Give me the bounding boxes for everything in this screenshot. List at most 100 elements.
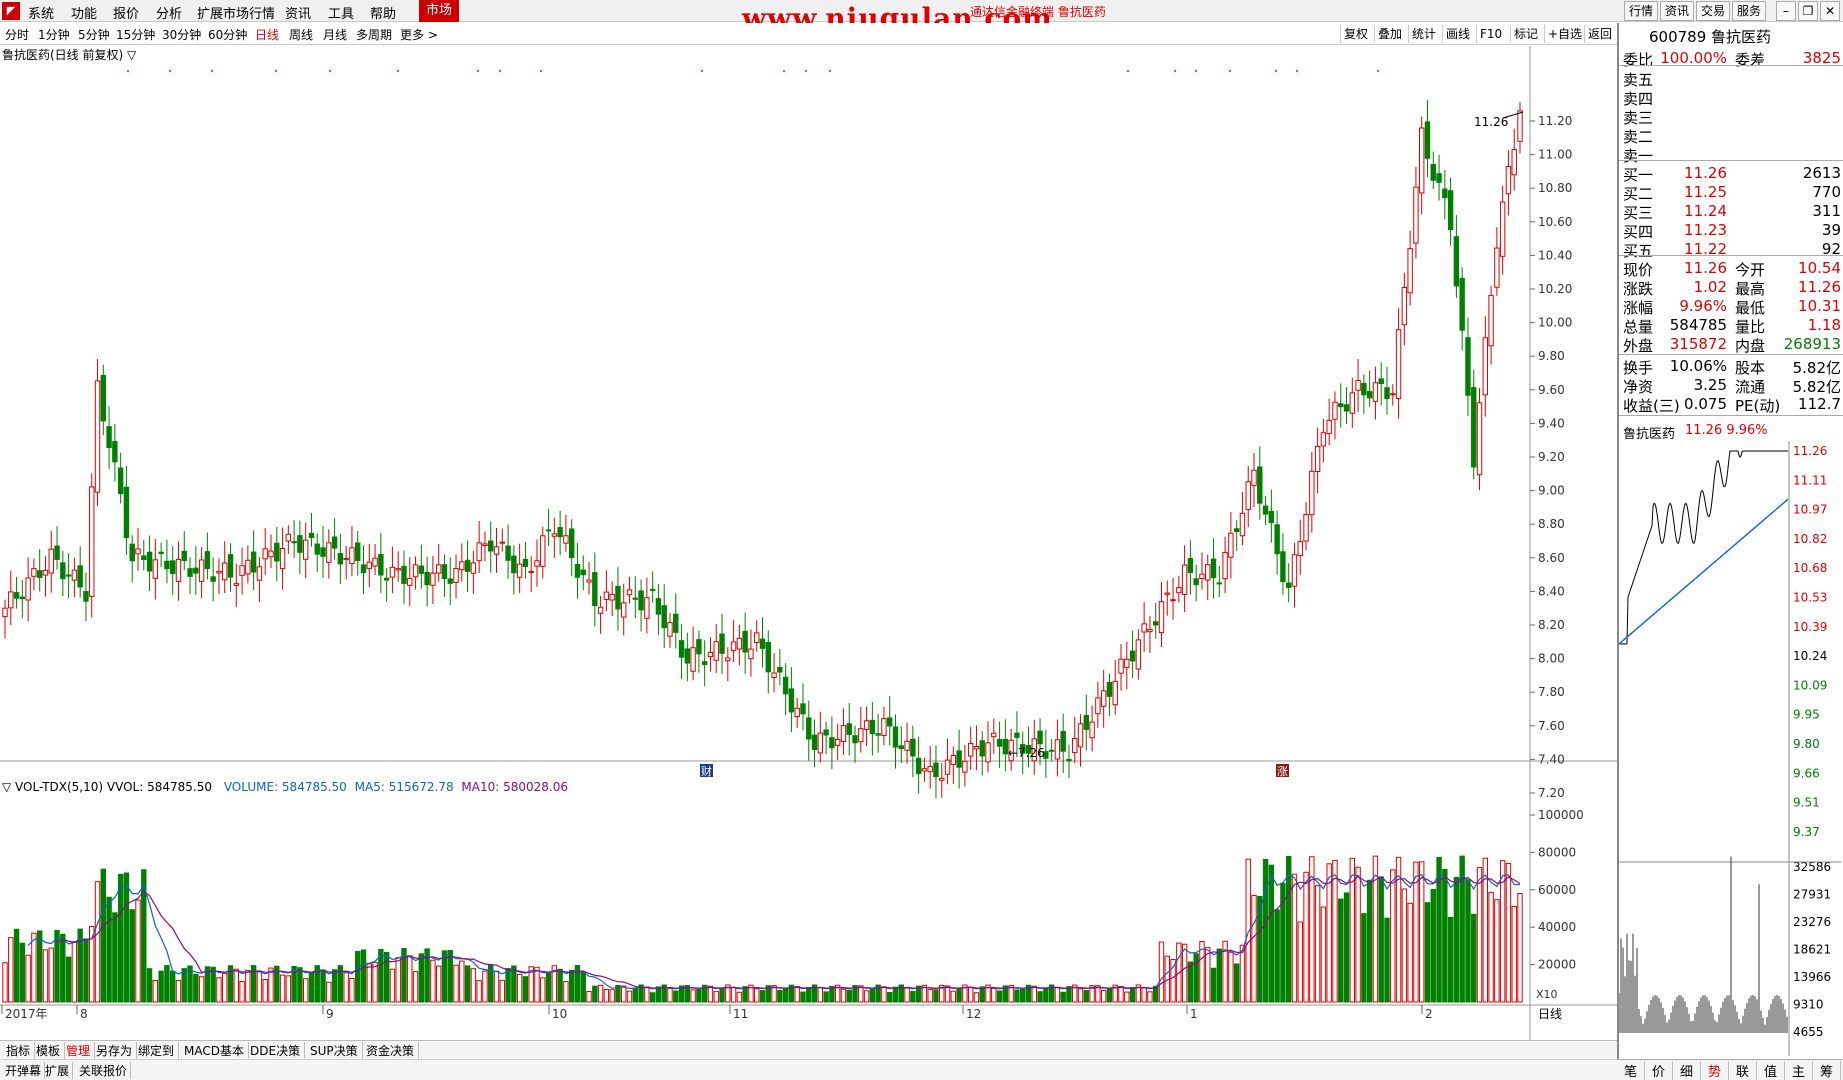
period-weekly[interactable]: 周线 — [289, 26, 313, 43]
overlay-button[interactable]: 叠加 — [1374, 25, 1408, 43]
panel-tab-4[interactable]: 联 — [1729, 1061, 1757, 1080]
price-tick-label: 7.60 — [1538, 719, 1565, 733]
sell-label: 卖二 — [1623, 128, 1654, 146]
indicator-tab-7[interactable]: SUP决策 — [306, 1042, 363, 1059]
period-5min[interactable]: 5分钟 — [78, 26, 110, 43]
buy-row[interactable]: 买四 11.23 39 — [1623, 221, 1841, 241]
menu-system[interactable]: 系统 — [28, 3, 54, 22]
mini-price-label: 10.09 — [1793, 678, 1827, 692]
candle-body — [152, 559, 159, 579]
buy-volume: 2613 — [1802, 164, 1841, 182]
menu-tools[interactable]: 工具 — [328, 3, 354, 22]
mini-price-label: 10.68 — [1793, 561, 1827, 575]
candle-body — [701, 661, 708, 665]
market-quote-button[interactable]: 行情 — [1624, 1, 1658, 21]
restore-icon[interactable]: ❐ — [1798, 1, 1818, 21]
volume-bar — [649, 992, 656, 1003]
candle-body — [1112, 680, 1118, 706]
menu-analysis[interactable]: 分析 — [156, 3, 182, 22]
menu-info[interactable]: 资讯 — [285, 3, 311, 22]
period-daily[interactable]: 日线 — [255, 26, 279, 43]
candle-body — [939, 777, 945, 781]
indicator-tab-8[interactable]: 资金决策 — [362, 1042, 420, 1059]
volume-bar — [1355, 866, 1361, 1003]
panel-tab-3[interactable]: 势 — [1701, 1061, 1729, 1080]
status-button-0[interactable]: 开弹幕 — [2, 1062, 46, 1079]
stat-value: 1.02 — [1693, 278, 1727, 296]
vol-indicator-name[interactable]: ▽ VOL-TDX(5,10) — [2, 780, 103, 794]
panel-tab-7[interactable]: 筹 — [1813, 1061, 1841, 1080]
period-more[interactable]: 更多 > — [400, 26, 438, 43]
indicator-tab-2[interactable]: 管理 — [62, 1042, 96, 1059]
candle-body — [1164, 592, 1170, 595]
buy-row[interactable]: 买一 11.26 2613 — [1623, 164, 1841, 184]
stat-label: 流通 — [1735, 378, 1766, 396]
trade-button[interactable]: 交易 — [1696, 1, 1730, 21]
volume-bar — [25, 954, 31, 1003]
period-1min[interactable]: 1分钟 — [38, 26, 70, 43]
menu-quote[interactable]: 报价 — [113, 3, 139, 22]
mark-button[interactable]: 标记 — [1510, 25, 1544, 43]
candle-body — [771, 672, 777, 679]
info-dot — [1173, 69, 1177, 73]
candle-body — [626, 589, 633, 596]
candle-body — [655, 598, 662, 615]
volume-bar — [106, 896, 112, 1003]
buy-row[interactable]: 买三 11.24 311 — [1623, 202, 1841, 222]
panel-tab-6[interactable]: 主 — [1785, 1061, 1813, 1080]
candle-body — [412, 564, 419, 578]
menu-function[interactable]: 功能 — [71, 3, 97, 22]
mini-volume-label: 27931 — [1793, 888, 1831, 902]
indicator-tab-0[interactable]: 指标 — [2, 1042, 36, 1059]
candle-body — [158, 551, 164, 555]
volume-bar — [1442, 868, 1448, 1003]
statistics-button[interactable]: 统计 — [1408, 25, 1442, 43]
add-watchlist-button[interactable]: +自选 — [1544, 25, 1584, 43]
volume-value: VOLUME: 584785.50 — [223, 780, 347, 794]
period-30min[interactable]: 30分钟 — [162, 26, 201, 43]
mini-intraday-chart[interactable]: 11.26 11.11 10.97 10.82 10.68 10.53 10.39 10.24… — [1619, 441, 1841, 1056]
kline-chart[interactable]: 11.20 11.00 10.80 10.60 10.40 10.20 10.00 9.80 9… — [0, 46, 1617, 1046]
volume-bar — [1100, 989, 1107, 1003]
indicator-tab-5[interactable]: MACD基本 — [180, 1042, 249, 1059]
candle-body — [499, 541, 505, 544]
volume-bar — [100, 868, 107, 1003]
period-60min[interactable]: 60分钟 — [208, 26, 247, 43]
volume-bar — [395, 957, 401, 1003]
panel-tab-5[interactable]: 值 — [1757, 1061, 1785, 1080]
period-15min[interactable]: 15分钟 — [116, 26, 155, 43]
menu-extended-market[interactable]: 扩展市场行情 — [197, 3, 275, 22]
period-monthly[interactable]: 月线 — [323, 26, 347, 43]
menu-help[interactable]: 帮助 — [370, 3, 396, 22]
candle-body — [800, 703, 806, 715]
draw-line-button[interactable]: 画线 — [1442, 25, 1476, 43]
panel-tab-0[interactable]: 笔 — [1617, 1061, 1645, 1080]
period-intraday[interactable]: 分时 — [5, 26, 29, 43]
indicator-tab-4[interactable]: 绑定到 — [134, 1042, 180, 1059]
volume-bar — [1141, 987, 1147, 1003]
restore-rights-button[interactable]: 复权 — [1340, 25, 1374, 43]
indicator-tab-3[interactable]: 另存为 — [92, 1042, 138, 1059]
candle-body — [470, 562, 477, 574]
back-button[interactable]: 返回 — [1584, 25, 1616, 43]
volume-bar — [383, 951, 390, 1003]
close-icon[interactable]: ✕ — [1820, 1, 1840, 21]
info-button[interactable]: 资讯 — [1660, 1, 1694, 21]
panel-tab-1[interactable]: 价 — [1645, 1061, 1673, 1080]
info-dot — [396, 69, 400, 73]
panel-tab-2[interactable]: 细 — [1673, 1061, 1701, 1080]
f10-button[interactable]: F10 — [1476, 25, 1510, 43]
service-button[interactable]: 服务 — [1732, 1, 1766, 21]
indicator-tab-6[interactable]: DDE决策 — [246, 1042, 306, 1059]
volume-bar — [621, 985, 627, 1003]
stock-code-name: 600789 鲁抗医药 — [1649, 28, 1772, 46]
candle-body — [794, 707, 800, 718]
period-multi[interactable]: 多周期 — [356, 26, 392, 43]
minimize-icon[interactable]: – — [1776, 1, 1796, 21]
status-button-2[interactable]: 关联报价 — [76, 1062, 132, 1079]
candle-body — [1280, 551, 1286, 582]
indicator-tab-1[interactable]: 模板 — [32, 1042, 66, 1059]
market-button[interactable]: 市场 — [419, 0, 459, 22]
buy-row[interactable]: 买二 11.25 770 — [1623, 183, 1841, 203]
status-button-1[interactable]: 扩展 — [42, 1062, 74, 1079]
